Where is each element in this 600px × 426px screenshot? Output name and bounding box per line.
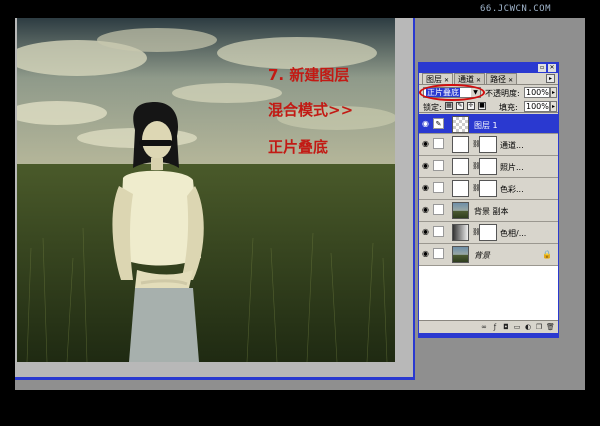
step-annotation: 7. 新建图层 xyxy=(268,66,350,84)
opacity-label: 不透明度: xyxy=(485,89,520,98)
tab-channels[interactable]: 通道 ✕ xyxy=(454,73,486,84)
palette-bottom-bar: ∞ ƒ ◘ ▭ ◐ ❐ 🗑 xyxy=(419,320,558,333)
new-layer-icon[interactable]: ❐ xyxy=(535,323,543,331)
opacity-arrow-icon[interactable]: ▸ xyxy=(550,87,557,98)
layer-row[interactable]: ◉ 背景 🔒 xyxy=(419,244,558,266)
blend-mode-select[interactable]: 正片叠底 ▼ xyxy=(423,87,481,98)
brush-slot xyxy=(433,204,444,215)
tab-close-icon[interactable]: ✕ xyxy=(444,77,449,84)
eye-icon[interactable]: ◉ xyxy=(422,162,430,170)
multiply-annotation: 正片叠底 xyxy=(268,138,329,156)
palette-tabs: 图层 ✕ 通道 ✕ 路径 ✕ ▸ xyxy=(419,73,558,85)
close-icon[interactable]: ✕ xyxy=(548,64,556,72)
lock-transparency-icon[interactable]: ▦ xyxy=(445,102,453,110)
eye-icon[interactable]: ◉ xyxy=(422,206,430,214)
layer-row[interactable]: ◉ 背景 副本 xyxy=(419,200,558,222)
palette-menu-icon[interactable]: ▸ xyxy=(546,74,555,83)
hue-saturation-adjustment-icon xyxy=(452,224,469,241)
layer-row[interactable]: ◉ ⛓ 照片... xyxy=(419,156,558,178)
lock-fill-row: 锁定: ▦ ✎ ✛ ■ 填充: 100% ▸ xyxy=(419,100,558,113)
brush-icon: ✎ xyxy=(433,118,444,129)
lock-icon: 🔒 xyxy=(542,250,552,259)
layer-row[interactable]: ◉ ✎ 图层 1 xyxy=(419,114,558,134)
layer-row[interactable]: ◉ ⛓ 通道... xyxy=(419,134,558,156)
tab-paths[interactable]: 路径 ✕ xyxy=(486,73,518,84)
layer-name: 背景 xyxy=(474,251,490,260)
layer-mask-thumbnail xyxy=(479,158,497,175)
eye-icon[interactable]: ◉ xyxy=(422,228,430,236)
chevron-down-icon: ▼ xyxy=(471,88,480,97)
fill-input[interactable]: 100% xyxy=(524,101,550,112)
add-mask-icon[interactable]: ◘ xyxy=(502,323,510,331)
tab-close-icon[interactable]: ✕ xyxy=(508,77,513,84)
tab-layers[interactable]: 图层 ✕ xyxy=(422,73,454,84)
layer-name: 通道... xyxy=(500,141,524,150)
photo-filter-adjustment-icon xyxy=(452,158,469,175)
layer-name: 色相/... xyxy=(500,229,527,238)
lock-label: 锁定: xyxy=(423,103,442,112)
layer-thumbnail xyxy=(452,202,469,219)
minimize-icon[interactable]: ▫ xyxy=(538,64,546,72)
brush-slot xyxy=(433,138,444,149)
layer-thumbnail xyxy=(452,246,469,263)
link-layers-icon[interactable]: ∞ xyxy=(480,323,488,331)
blend-opacity-row: 正片叠底 ▼ 不透明度: 100% ▸ xyxy=(419,84,558,101)
layer-row[interactable]: ◉ ⛓ 色彩... xyxy=(419,178,558,200)
fill-label: 填充: xyxy=(499,103,518,112)
layers-list: ◉ ✎ 图层 1 ◉ ⛓ 通道... ◉ ⛓ 照片... ◉ ⛓ 色彩... ◉… xyxy=(419,114,558,320)
color-balance-adjustment-icon xyxy=(452,180,469,197)
brush-slot xyxy=(433,182,444,193)
brush-slot xyxy=(433,226,444,237)
opacity-input[interactable]: 100% xyxy=(524,87,550,98)
fill-arrow-icon[interactable]: ▸ xyxy=(550,101,557,112)
layer-name: 色彩... xyxy=(500,185,524,194)
layer-style-icon[interactable]: ƒ xyxy=(491,323,499,331)
layers-palette: ▫ ✕ 图层 ✕ 通道 ✕ 路径 ✕ ▸ 正片叠底 ▼ 不透明度: 100% ▸ 锁定… xyxy=(418,62,559,334)
lock-position-icon[interactable]: ✛ xyxy=(467,102,475,110)
eye-icon[interactable]: ◉ xyxy=(422,250,430,258)
layer-mask-thumbnail xyxy=(479,224,497,241)
palette-frame-edge xyxy=(418,334,559,338)
blend-mode-annotation: 混合模式>> xyxy=(268,101,354,119)
layer-row[interactable]: ◉ ⛓ 色相/... xyxy=(419,222,558,244)
eye-icon[interactable]: ◉ xyxy=(422,120,430,128)
tab-close-icon[interactable]: ✕ xyxy=(476,77,481,84)
layer-thumbnail xyxy=(452,116,469,133)
brush-slot xyxy=(433,160,444,171)
watermark: 66.JCWCN.COM xyxy=(480,4,552,14)
layer-mask-thumbnail xyxy=(479,136,497,153)
layer-name: 照片... xyxy=(500,163,524,172)
lock-all-icon[interactable]: ■ xyxy=(478,102,486,110)
layer-name: 图层 1 xyxy=(474,121,498,130)
folder-icon[interactable]: ▭ xyxy=(513,323,521,331)
channel-mixer-adjustment-icon xyxy=(452,136,469,153)
eye-icon[interactable]: ◉ xyxy=(422,140,430,148)
layer-mask-thumbnail xyxy=(479,180,497,197)
brush-slot xyxy=(433,248,444,259)
adjustment-layer-icon[interactable]: ◐ xyxy=(524,323,532,331)
eye-icon[interactable]: ◉ xyxy=(422,184,430,192)
trash-icon[interactable]: 🗑 xyxy=(546,323,555,331)
lock-image-icon[interactable]: ✎ xyxy=(456,102,464,110)
layer-name: 背景 副本 xyxy=(474,207,509,216)
palette-titlebar[interactable]: ▫ ✕ xyxy=(419,63,558,73)
